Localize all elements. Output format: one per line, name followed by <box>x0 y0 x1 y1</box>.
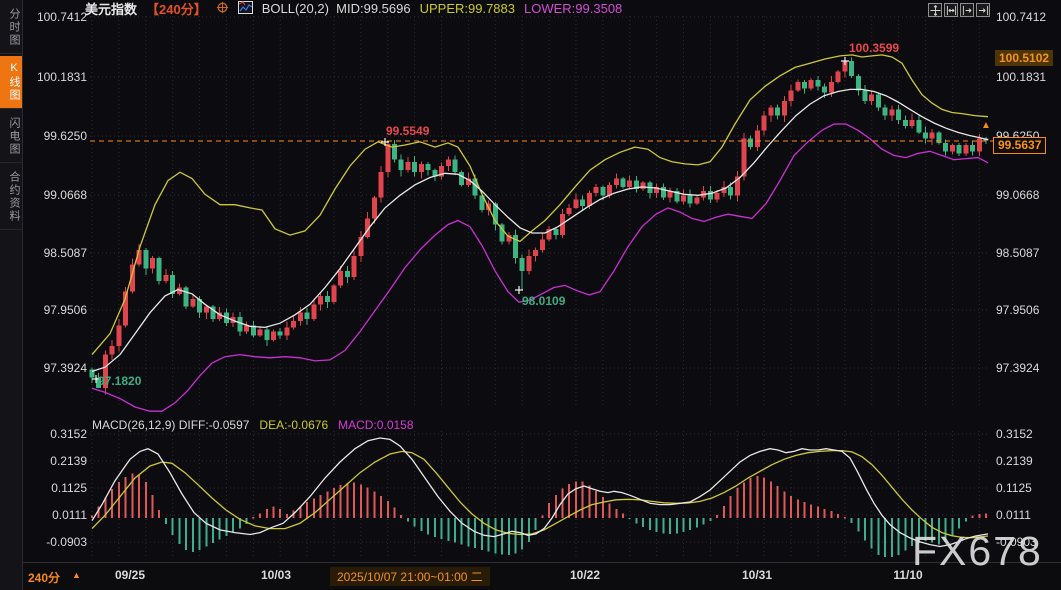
price-annotation: 97.1820 <box>98 374 141 388</box>
last-price-box: 99.5637 <box>993 137 1046 154</box>
alert-price-label: 100.5102 <box>995 50 1053 66</box>
trading-chart-app: 分时图 K线图 闪电图 合约资料 美元指数 【240分】 BOLL(20,2) … <box>0 0 1061 590</box>
sidebar-tab-lightning-chart[interactable]: 闪电图 <box>0 111 22 163</box>
axis-pan-button[interactable] <box>960 3 974 17</box>
macd-diff-value: DIFF:-0.0597 <box>179 418 250 432</box>
chart-toolbar <box>928 3 990 17</box>
y-axis-tick-left: 0.2139 <box>25 454 87 468</box>
boll-indicator-label: BOLL(20,2) MID:99.5696 <box>262 1 411 16</box>
y-axis-tick-right: 97.9506 <box>996 303 1060 317</box>
alert-arrow-icon[interactable]: ▲ <box>981 120 991 131</box>
macd-header: MACD(26,12,9) DIFF:-0.0597 DEA:-0.0676 M… <box>92 418 414 432</box>
price-annotation: 99.5549 <box>386 124 429 138</box>
boll-mid-value: MID:99.5696 <box>336 1 410 16</box>
price-annotation: 100.3599 <box>849 41 899 55</box>
y-axis-tick-left: -0.0903 <box>25 535 87 549</box>
y-axis-tick-right: 98.5087 <box>996 246 1060 260</box>
period-selector[interactable]: 240分 <box>28 569 60 586</box>
y-axis-tick-right: 0.0111 <box>996 508 1060 522</box>
y-axis-tick-right: -0.0903 <box>996 535 1060 549</box>
sidebar: 分时图 K线图 闪电图 合约资料 <box>0 0 23 590</box>
indicator-chart-icon[interactable] <box>238 1 253 17</box>
symbol-title: 美元指数 <box>85 0 137 18</box>
period-label[interactable]: 【240分】 <box>146 0 207 18</box>
boll-lower-value: LOWER:99.3508 <box>524 1 622 16</box>
x-axis-date-label: 09/25 <box>115 568 145 582</box>
y-axis-tick-left: 100.1831 <box>25 70 87 84</box>
y-axis-tick-right: 99.0668 <box>996 188 1060 202</box>
y-axis-tick-left: 99.6250 <box>25 129 87 143</box>
sidebar-tab-label: 合约资料 <box>8 171 20 223</box>
sidebar-tab-label: 闪电图 <box>8 117 20 156</box>
sidebar-tab-time-chart[interactable]: 分时图 <box>0 2 22 54</box>
macd-params: MACD(26,12,9) <box>92 418 175 432</box>
boll-upper-value: UPPER:99.7883 <box>420 1 515 16</box>
y-axis-tick-right: 0.2139 <box>996 454 1060 468</box>
y-axis-tick-right: 97.3924 <box>996 361 1060 375</box>
x-axis-date-label: 11/10 <box>893 568 922 582</box>
go-to-latest-button[interactable] <box>976 3 990 17</box>
chart-header: 美元指数 【240分】 BOLL(20,2) MID:99.5696 UPPER… <box>85 1 622 16</box>
macd-dea-value: DEA:-0.0676 <box>259 418 328 432</box>
sidebar-tab-label: 分时图 <box>8 8 20 47</box>
y-axis-tick-left: 100.7412 <box>25 10 87 24</box>
sidebar-tab-kline-chart[interactable]: K线图 <box>0 56 22 109</box>
x-axis-date-label: 10/03 <box>261 568 291 582</box>
y-axis-tick-right: 0.3152 <box>996 427 1060 441</box>
y-axis-tick-right: 100.1831 <box>996 70 1060 84</box>
x-axis-date-label: 10/31 <box>742 568 772 582</box>
crosshair-tool-button[interactable] <box>928 3 942 17</box>
y-axis-tick-left: 0.1125 <box>25 481 87 495</box>
y-axis-tick-left: 99.0668 <box>25 188 87 202</box>
y-axis-tick-left: 0.0111 <box>25 508 87 522</box>
x-axis-date-label: 10/22 <box>570 568 600 582</box>
boll-params: BOLL(20,2) <box>262 1 329 16</box>
target-circle-icon[interactable] <box>216 1 229 17</box>
time-tooltip: 2025/10/07 21:00~01:00 二 <box>330 567 490 586</box>
sidebar-tab-contract-info[interactable]: 合约资料 <box>0 165 22 230</box>
y-axis-tick-left: 97.9506 <box>25 303 87 317</box>
y-axis-tick-left: 0.3152 <box>25 427 87 441</box>
price-annotation: 98.0109 <box>522 294 565 308</box>
macd-hist-value: MACD:0.0158 <box>338 418 413 432</box>
axis-scale-button[interactable] <box>944 3 958 17</box>
period-dropdown-icon[interactable]: ▲ <box>72 570 81 580</box>
y-axis-tick-right: 0.1125 <box>996 481 1060 495</box>
y-axis-tick-left: 97.3924 <box>25 361 87 375</box>
y-axis-tick-left: 98.5087 <box>25 246 87 260</box>
sidebar-tab-label: K线图 <box>8 62 20 102</box>
macd-title: MACD(26,12,9) DIFF:-0.0597 <box>92 418 249 432</box>
y-axis-tick-right: 100.7412 <box>996 10 1060 24</box>
